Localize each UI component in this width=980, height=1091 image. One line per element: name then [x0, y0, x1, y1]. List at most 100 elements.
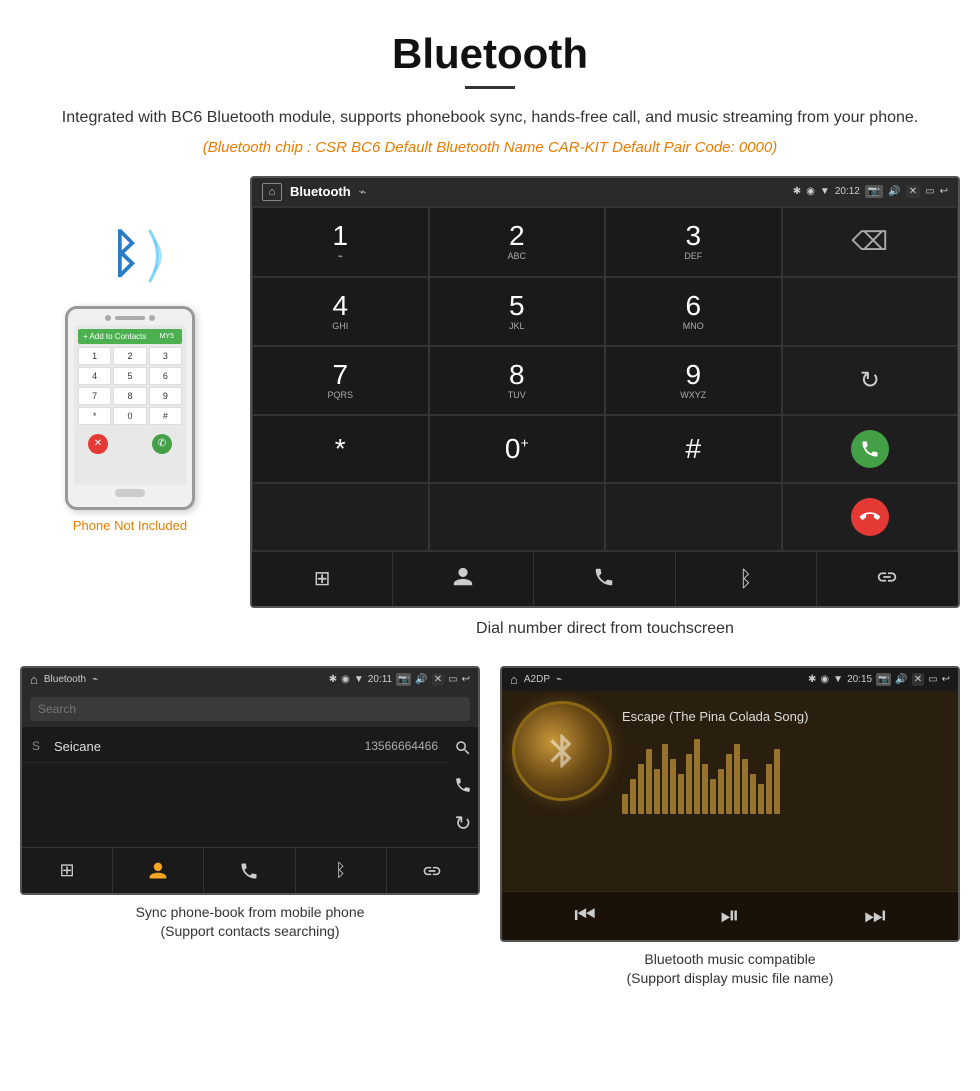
pb-contact-row[interactable]: S Seicane 13566664466 — [22, 731, 448, 763]
pb-grid-btn[interactable]: ⊞ — [22, 848, 113, 893]
eq-bar — [638, 764, 644, 814]
pb-bt-btn[interactable]: ᛒ — [296, 848, 387, 893]
dial-key-0[interactable]: 0+ — [429, 415, 606, 483]
person-icon — [452, 566, 474, 588]
prev-btn[interactable]: ⏮ — [574, 902, 596, 930]
pb-search-input[interactable] — [30, 697, 470, 721]
eq-bar — [734, 744, 740, 814]
pb-bt-icon: ✱ — [329, 674, 337, 685]
phone-key-2[interactable]: 2 — [113, 347, 146, 365]
home-icon-btn[interactable]: ⌂ — [262, 183, 282, 201]
pb-screen-title: Bluetooth — [44, 674, 86, 685]
phone-keypad-row-2: 4 5 6 — [78, 367, 182, 385]
eq-bar — [774, 749, 780, 814]
dialpad-contact-icon-btn[interactable] — [393, 552, 534, 606]
dial-key-6[interactable]: 6 MNO — [605, 277, 782, 346]
car-dialpad-screen: ⌂ Bluetooth ⌁ ✱ ◉ ▼ 20:12 📷 🔊 ✕ ▭ ↩ — [250, 176, 960, 608]
phone-key-hash[interactable]: # — [149, 407, 182, 425]
red-call-button[interactable] — [851, 498, 889, 536]
music-cam-icon: 📷 — [876, 673, 891, 686]
green-call-button[interactable] — [851, 430, 889, 468]
dial-key-empty-1: ⌫ — [782, 207, 959, 277]
dialpad-phone-icon-btn[interactable] — [534, 552, 675, 606]
dial-key-3[interactable]: 3 DEF — [605, 207, 782, 277]
phone-not-included-label: Phone Not Included — [73, 518, 187, 533]
dialpad-bt-icon-btn[interactable]: ᛒ — [676, 552, 817, 606]
music-home-icon[interactable]: ⌂ — [510, 672, 518, 687]
phonebook-caption-line1: Sync phone-book from mobile phone — [136, 904, 365, 920]
bt-status-icon: ✱ — [793, 186, 801, 197]
phone-end-call-btn[interactable]: ✕ — [88, 434, 108, 454]
dial-key-refresh[interactable]: ↻ — [782, 346, 959, 415]
phone-key-star[interactable]: * — [78, 407, 111, 425]
dial-key-5[interactable]: 5 JKL — [429, 277, 606, 346]
main-content-area: ᛒ + Add to Contacts MY5 1 2 3 — [0, 166, 980, 656]
phone-header-text: + Add to Contacts — [83, 332, 146, 341]
dialpad-grid-icon-btn[interactable]: ⊞ — [252, 552, 393, 606]
phone-key-5[interactable]: 5 — [113, 367, 146, 385]
time-display: 20:12 — [835, 186, 860, 197]
pb-link-icon — [422, 861, 442, 881]
pb-refresh-icon-btn[interactable]: ↻ — [455, 811, 472, 836]
playpause-btn[interactable]: ⏯ — [720, 902, 739, 930]
phone-call-buttons: ✕ ✆ — [78, 429, 182, 459]
phone-keypad-row-4: * 0 # — [78, 407, 182, 425]
pb-home-icon[interactable]: ⌂ — [30, 672, 38, 687]
eq-bar — [758, 784, 764, 814]
phone-key-3[interactable]: 3 — [149, 347, 182, 365]
bluetooth-illustration: ᛒ — [80, 216, 180, 296]
phone-key-1[interactable]: 1 — [78, 347, 111, 365]
phone-key-4[interactable]: 4 — [78, 367, 111, 385]
dial-key-4[interactable]: 4 GHI — [252, 277, 429, 346]
dial-key-9[interactable]: 9 WXYZ — [605, 346, 782, 415]
dial-key-7[interactable]: 7 PQRS — [252, 346, 429, 415]
bottom-screenshots-section: ⌂ Bluetooth ⌁ ✱ ◉ ▼ 20:11 📷 🔊 ✕ ▭ ↩ — [0, 656, 980, 1017]
music-status-left: ⌂ A2DP ⌁ — [510, 672, 562, 687]
pb-cam-icon: 📷 — [396, 673, 411, 686]
dial-key-red-call[interactable] — [782, 483, 959, 551]
music-caption: Bluetooth music compatible (Support disp… — [500, 942, 960, 997]
pb-search-icon-btn[interactable] — [454, 737, 472, 758]
phone-header-badge: MY5 — [157, 332, 177, 341]
music-time: 20:15 — [847, 674, 872, 685]
phone-key-6[interactable]: 6 — [149, 367, 182, 385]
dial-key-hash[interactable]: # — [605, 415, 782, 483]
refresh-icon: ↻ — [860, 366, 880, 395]
music-status-right: ✱ ◉ ▼ 20:15 📷 🔊 ✕ ▭ ↩ — [808, 673, 950, 686]
pb-person-btn[interactable] — [113, 848, 204, 893]
backspace-icon[interactable]: ⌫ — [851, 226, 888, 257]
music-location-icon: ◉ — [820, 674, 829, 685]
phone-call-btn[interactable]: ✆ — [152, 434, 172, 454]
dial-key-green-call[interactable] — [782, 415, 959, 483]
phone-key-0[interactable]: 0 — [113, 407, 146, 425]
music-item: ⌂ A2DP ⌁ ✱ ◉ ▼ 20:15 📷 🔊 ✕ ▭ ↩ — [500, 666, 960, 997]
pb-search-bar — [22, 691, 478, 727]
eq-bar — [622, 794, 628, 814]
phone-home-button[interactable] — [115, 489, 145, 497]
pb-win-icon: ▭ — [448, 674, 457, 685]
phone-icon — [593, 566, 615, 588]
dial-key-1[interactable]: 1 ⌁ — [252, 207, 429, 277]
dialpad-link-icon-btn[interactable] — [817, 552, 958, 606]
dial-key-8[interactable]: 8 TUV — [429, 346, 606, 415]
music-screen-title: A2DP — [524, 674, 550, 685]
pb-link-btn[interactable] — [387, 848, 478, 893]
phone-key-8[interactable]: 8 — [113, 387, 146, 405]
dial-key-2[interactable]: 2 ABC — [429, 207, 606, 277]
pb-contact-list: S Seicane 13566664466 — [22, 727, 448, 847]
dial-key-star[interactable]: * — [252, 415, 429, 483]
dial-key-empty-4 — [429, 483, 606, 551]
eq-bar — [678, 774, 684, 814]
equalizer-bars — [622, 734, 948, 814]
pb-back-icon: ↩ — [462, 674, 470, 685]
phone-key-7[interactable]: 7 — [78, 387, 111, 405]
pb-contact-letter: S — [32, 739, 46, 753]
pb-phone-icon-btn[interactable] — [454, 774, 472, 795]
pb-right-icons: ↻ — [448, 727, 478, 847]
music-controls: ⏮ ⏯ ⏭ — [502, 891, 958, 940]
dial-key-empty-2 — [782, 277, 959, 346]
phone-key-9[interactable]: 9 — [149, 387, 182, 405]
pb-phone-btn[interactable] — [204, 848, 295, 893]
next-btn[interactable]: ⏭ — [864, 902, 886, 930]
pb-close-icon: ✕ — [432, 673, 444, 686]
